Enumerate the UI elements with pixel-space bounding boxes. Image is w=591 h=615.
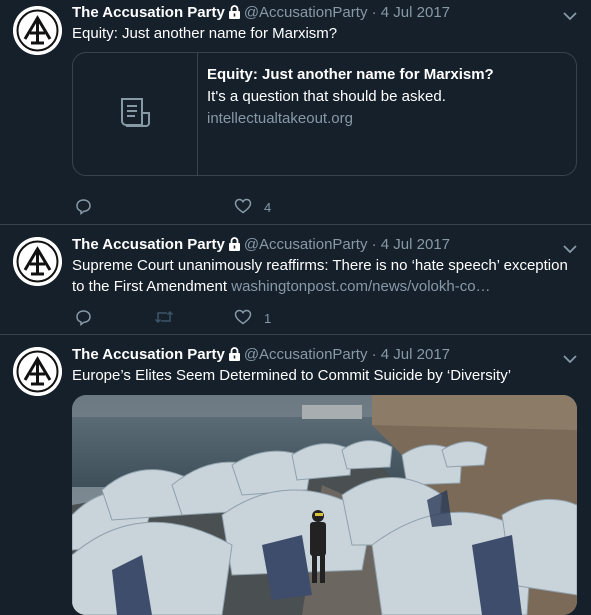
- like-count: 4: [264, 200, 272, 215]
- reply-icon: [75, 198, 92, 218]
- avatar[interactable]: [13, 6, 62, 55]
- tweet-text: Equity: Just another name for Marxism?: [72, 25, 338, 42]
- tweet-link[interactable]: washingtonpost.com/news/volokh-co…: [231, 278, 490, 295]
- tweet-text: Europe’s Elites Seem Determined to Commi…: [72, 367, 512, 384]
- tweet-text: Supreme Court unanimously reaffirms: The…: [72, 255, 577, 297]
- avatar[interactable]: [13, 237, 62, 286]
- like-count: 1: [264, 311, 272, 326]
- heart-icon: [234, 309, 252, 328]
- like-button[interactable]: 4: [234, 198, 271, 217]
- card-domain: intellectualtakeout.org: [207, 110, 353, 127]
- link-card[interactable]: Equity: Just another name for Marxism? I…: [72, 52, 577, 176]
- display-name[interactable]: The Accusation Party: [72, 346, 225, 363]
- retweet-icon: [154, 309, 174, 328]
- tweet-3[interactable]: The Accusation Party @AccusationParty · 4…: [0, 335, 591, 615]
- user-handle[interactable]: @AccusationParty: [244, 4, 368, 21]
- display-name[interactable]: The Accusation Party: [72, 4, 225, 21]
- user-handle[interactable]: @AccusationParty: [244, 346, 368, 363]
- card-description: It's a question that should be asked.: [207, 88, 446, 105]
- article-icon: [117, 95, 153, 136]
- lock-icon: [228, 237, 241, 256]
- display-name[interactable]: The Accusation Party: [72, 236, 225, 253]
- reply-button[interactable]: [75, 309, 92, 329]
- like-button[interactable]: 1: [234, 309, 271, 328]
- retweet-button[interactable]: [154, 309, 174, 328]
- heart-icon: [234, 198, 252, 217]
- avatar[interactable]: [13, 347, 62, 396]
- tweet-date[interactable]: 4 Jul 2017: [381, 4, 450, 21]
- tweet-date[interactable]: 4 Jul 2017: [381, 236, 450, 253]
- tweet-date[interactable]: 4 Jul 2017: [381, 346, 450, 363]
- reply-button[interactable]: [75, 198, 92, 218]
- tweet-2[interactable]: The Accusation Party @AccusationParty · 4…: [0, 225, 591, 335]
- tweet-header: The Accusation Party @AccusationParty · 4…: [72, 4, 450, 24]
- separator: ·: [371, 236, 377, 253]
- lock-icon: [228, 5, 241, 24]
- user-handle[interactable]: @AccusationParty: [244, 236, 368, 253]
- card-thumbnail: [73, 53, 198, 175]
- separator: ·: [371, 4, 377, 21]
- card-title: Equity: Just another name for Marxism?: [207, 66, 494, 83]
- tweet-1[interactable]: The Accusation Party @AccusationParty · 4…: [0, 0, 591, 225]
- tweet-header: The Accusation Party @AccusationParty · 4…: [72, 236, 450, 256]
- lock-icon: [228, 347, 241, 366]
- tweet-photo[interactable]: [72, 395, 577, 615]
- tweet-header: The Accusation Party @AccusationParty · 4…: [72, 346, 450, 366]
- reply-icon: [75, 309, 92, 329]
- separator: ·: [371, 346, 377, 363]
